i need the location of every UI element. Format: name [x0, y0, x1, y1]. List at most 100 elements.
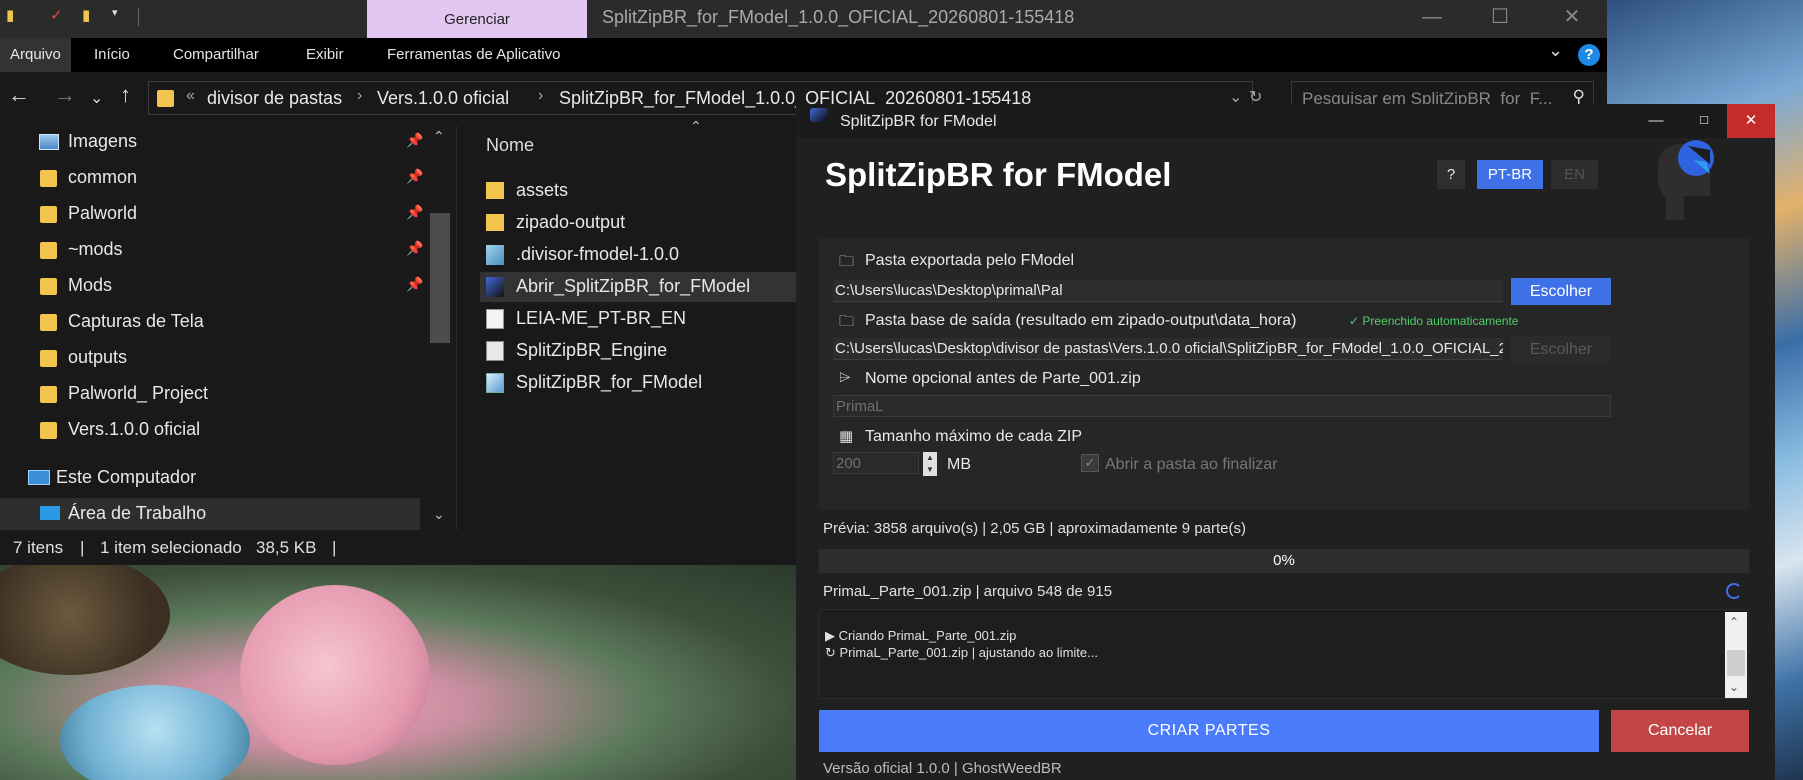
expand-ribbon-icon[interactable]: ⌄	[1548, 40, 1563, 61]
properties-icon[interactable]: ✓	[50, 6, 68, 26]
forward-arrow-icon[interactable]: →	[54, 82, 76, 108]
nav-label: Este Computador	[56, 467, 197, 487]
nav-item-palworld-project[interactable]: Palworld_ Project	[0, 378, 420, 410]
new-folder-icon[interactable]: ▮	[82, 6, 100, 26]
file-name: Abrir_SplitZipBR_for_FModel	[516, 276, 751, 296]
ribbon-context-tab[interactable]: Gerenciar	[367, 0, 587, 38]
folder-icon	[486, 182, 504, 199]
wallpaper-bottom-region	[0, 555, 800, 780]
log-output: ▶ Criando PrimaL_Parte_001.zip ↻ PrimaL_…	[819, 609, 1749, 699]
pictures-icon	[39, 134, 59, 150]
close-button[interactable]: ✕	[1552, 2, 1592, 32]
file-item-zipado-output[interactable]: zipado-output	[480, 208, 796, 238]
breadcrumb-overflow-icon[interactable]: «	[186, 87, 195, 105]
breadcrumb-vers[interactable]: Vers.1.0.0 oficial	[377, 88, 509, 109]
maximize-button[interactable]: ☐	[1680, 104, 1728, 138]
tab-compartilhar[interactable]: Compartilhar	[163, 38, 269, 72]
nav-item-mods[interactable]: Mods 📌	[0, 270, 423, 302]
chevron-right-icon[interactable]: ›	[357, 87, 362, 105]
source-folder-input[interactable]: C:\Users\lucas\Desktop\primal\Pal	[833, 280, 1503, 302]
lang-en-button[interactable]: EN	[1551, 160, 1598, 189]
tab-inicio[interactable]: Início	[84, 38, 140, 72]
log-line: ▶ Criando PrimaL_Parte_001.zip	[825, 628, 1017, 643]
choose-output-button[interactable]: Escolher	[1511, 336, 1611, 363]
tab-exibir[interactable]: Exibir	[296, 38, 354, 72]
recent-locations-icon[interactable]: ⌄	[90, 88, 103, 108]
calculator-icon: ▦	[839, 428, 854, 445]
scroll-down-icon[interactable]: ⌄	[1729, 680, 1739, 694]
open-folder-checkbox[interactable]: ✓	[1081, 454, 1099, 472]
file-item-engine[interactable]: SplitZipBR_Engine	[480, 336, 796, 366]
folder-icon	[40, 170, 57, 187]
pin-icon[interactable]: 📌	[406, 168, 423, 185]
customize-toolbar-icon[interactable]: ▾	[112, 6, 130, 26]
status-divider: |	[332, 538, 337, 557]
nav-label: Palworld	[68, 203, 138, 223]
nav-label: common	[68, 167, 138, 187]
help-button[interactable]: ?	[1437, 160, 1465, 189]
pin-icon[interactable]: 📌	[406, 132, 423, 149]
minimize-button[interactable]: —	[1632, 104, 1680, 138]
file-item-app[interactable]: SplitZipBR_for_FModel	[480, 368, 796, 398]
tab-ferramentas[interactable]: Ferramentas de Aplicativo	[377, 38, 570, 72]
output-folder-input[interactable]: C:\Users\lucas\Desktop\divisor de pastas…	[833, 338, 1503, 360]
size-decrement-icon[interactable]: ▼	[923, 464, 937, 476]
scroll-up-icon[interactable]: ⌃	[433, 128, 445, 145]
scrollbar-thumb[interactable]	[430, 213, 450, 343]
max-size-label: Tamanho máximo de cada ZIP	[865, 428, 1082, 445]
nav-item-desktop[interactable]: Área de Trabalho	[0, 498, 420, 530]
maximize-button[interactable]: ☐	[1480, 2, 1520, 32]
back-arrow-icon[interactable]: ←	[8, 82, 30, 108]
chevron-right-icon[interactable]: ›	[538, 87, 543, 105]
app-window-title: SplitZipBR for FModel	[840, 113, 997, 130]
status-size: 38,5 KB	[256, 538, 317, 557]
file-item-assets[interactable]: assets	[480, 176, 796, 206]
breadcrumb-divisor[interactable]: divisor de pastas	[207, 88, 342, 109]
nav-item-imagens[interactable]: Imagens 📌	[0, 126, 423, 158]
file-name: .divisor-fmodel-1.0.0	[516, 244, 680, 264]
nav-item-capturas[interactable]: Capturas de Tela	[0, 306, 420, 338]
minimize-button[interactable]: —	[1412, 2, 1452, 32]
file-item-abrir[interactable]: Abrir_SplitZipBR_for_FModel	[480, 272, 796, 302]
choose-source-button[interactable]: Escolher	[1511, 278, 1611, 305]
nav-item-outputs[interactable]: outputs	[0, 342, 420, 374]
file-item-divisor[interactable]: .divisor-fmodel-1.0.0	[480, 240, 796, 270]
loading-spinner-icon	[1726, 583, 1742, 599]
name-prefix-label: Nome opcional antes de Parte_001.zip	[865, 370, 1141, 387]
scrollbar-thumb[interactable]	[1727, 650, 1745, 676]
help-icon[interactable]: ?	[1578, 44, 1600, 66]
nav-item-this-pc[interactable]: Este Computador	[0, 462, 420, 494]
pin-icon[interactable]: 📌	[406, 204, 423, 221]
scroll-up-icon[interactable]: ⌃	[1729, 615, 1739, 629]
file-name: LEIA-ME_PT-BR_EN	[516, 308, 687, 328]
log-scrollbar[interactable]: ⌃ ⌄	[1725, 612, 1747, 698]
create-parts-button[interactable]: CRIAR PARTES	[819, 710, 1599, 752]
progress-bar: 0%	[819, 549, 1749, 573]
close-button[interactable]: ✕	[1727, 104, 1775, 138]
chevron-right-icon[interactable]: ›	[989, 87, 994, 105]
nav-item-mods-tilde[interactable]: ~mods 📌	[0, 234, 423, 266]
folder-icon	[40, 242, 57, 259]
pin-icon[interactable]: 📌	[406, 276, 423, 293]
app-logo-mark	[1658, 140, 1714, 220]
name-prefix-input[interactable]: PrimaL	[833, 395, 1611, 417]
max-size-input[interactable]: 200	[833, 452, 919, 474]
shortcut-icon	[486, 277, 504, 297]
nav-item-common[interactable]: common 📌	[0, 162, 423, 194]
size-increment-icon[interactable]: ▲	[923, 452, 937, 464]
wallpaper-dark-blob	[0, 555, 170, 675]
column-header-name[interactable]: Nome	[486, 135, 534, 156]
file-item-leiame[interactable]: LEIA-ME_PT-BR_EN	[480, 304, 796, 334]
scroll-down-icon[interactable]: ⌄	[433, 506, 445, 523]
up-arrow-icon[interactable]: ↑	[120, 82, 131, 108]
folder-icon	[40, 206, 57, 223]
tab-arquivo[interactable]: Arquivo	[0, 38, 71, 72]
cancel-button[interactable]: Cancelar	[1611, 710, 1749, 752]
splitzip-window: SplitZipBR for FModel — ☐ ✕ SplitZipBR f…	[796, 104, 1775, 780]
nav-item-palworld[interactable]: Palworld 📌	[0, 198, 423, 230]
lang-ptbr-button[interactable]: PT-BR	[1477, 160, 1543, 189]
pin-icon[interactable]: 📌	[406, 240, 423, 257]
nav-item-vers[interactable]: Vers.1.0.0 oficial	[0, 414, 420, 446]
file-name: SplitZipBR_for_FModel	[516, 372, 703, 392]
file-name: assets	[516, 180, 569, 200]
